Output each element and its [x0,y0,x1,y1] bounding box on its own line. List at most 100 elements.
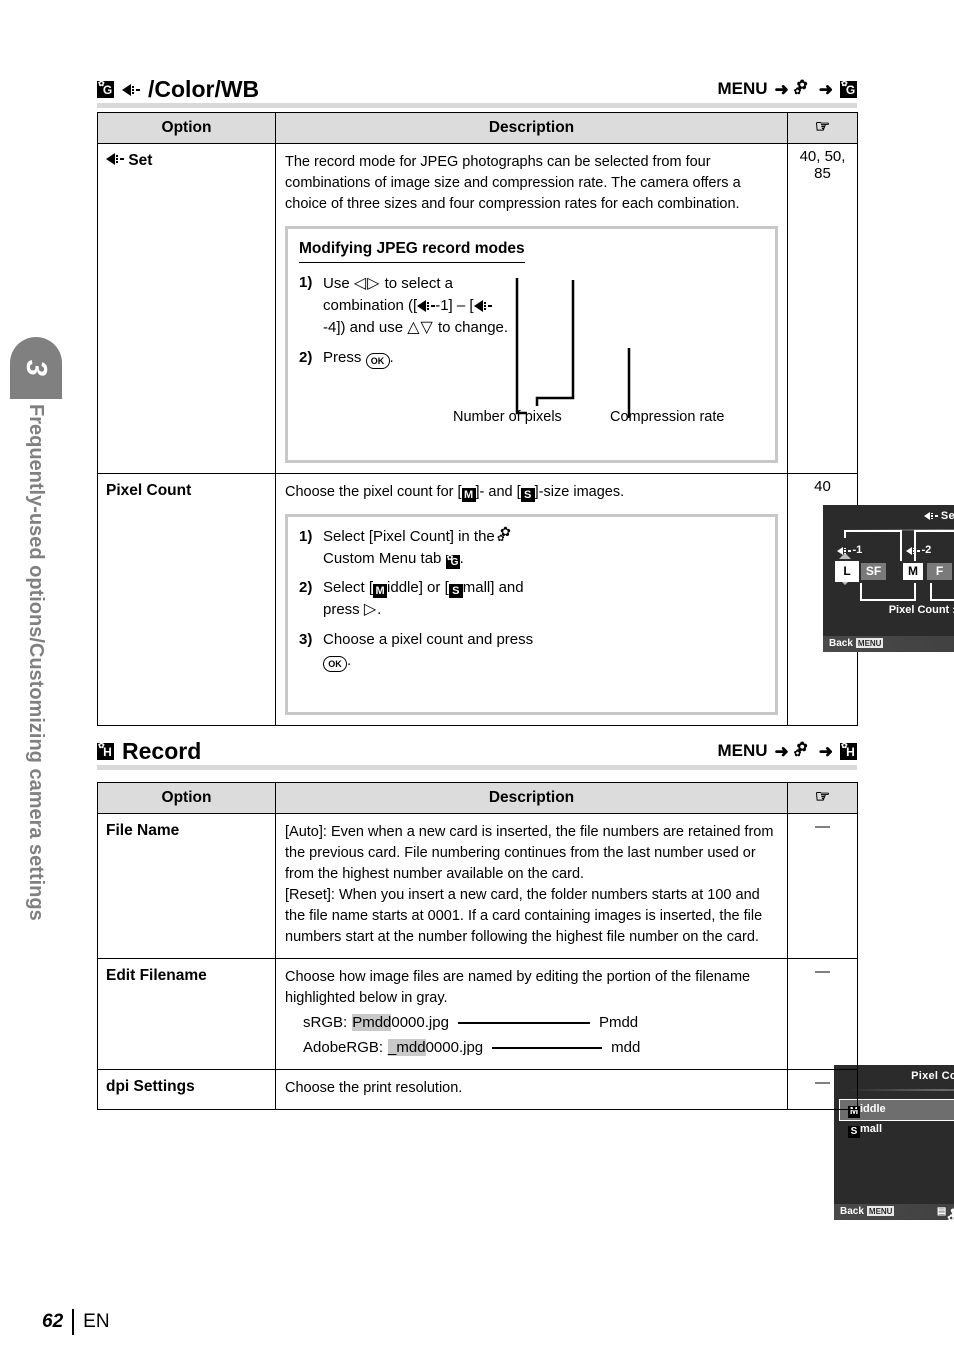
filename-diagram-row-srgb: sRGB: Pmdd0000.jpg Pmdd [303,1012,778,1034]
custom-menu-tab-h-icon: H [840,742,857,760]
table-color-wb: Option Description ☞ Set The record mode… [97,112,954,1226]
lcd-bottom-bar: BackMENU SetOK [823,636,954,653]
result-label: mdd [611,1038,641,1056]
pointing-hand-icon: ☞ [814,787,831,806]
gear-icon [794,77,812,99]
inset-modifying-jpeg-record-modes: Modifying JPEG record modes 1) Use ◁▷ to… [285,226,954,653]
table-header-row: Option Description ☞ [97,112,858,144]
section-rule [97,103,857,108]
combo-label-2: -2 [906,543,954,559]
quality-glyph-icon [106,153,124,165]
ok-button-icon: OK [323,656,347,673]
menu-label: MENU [717,79,768,98]
column-header-description: Description [275,112,788,144]
arrow-right-icon: ➜ [774,79,789,99]
option-file-name: File Name [97,812,276,960]
size-box-middle: M [461,488,476,503]
lcd-title-text: Set [940,510,954,523]
column-header-description: Description [275,782,788,814]
size-cell[interactable]: L [835,561,859,583]
card-gear-arrow-icon: ▤▶ [937,1204,954,1226]
menu-path-color-wb: MENU ➜ ➜ G [717,77,857,99]
dpad-left-right-icon: ◁▷ [353,274,381,292]
section-header-color-wb: G /Color/WB MENU ➜ ➜ G [97,76,857,108]
section-rule [97,765,857,770]
chapter-title-text: Frequently-used options/Customizing came… [25,404,47,921]
description-edit-filename: Choose how image files are named by edit… [275,958,788,1070]
section-title-text: /Color/WB [148,76,260,102]
option-edit-filename: Edit Filename [97,958,276,1070]
colorspace-label: sRGB: [303,1014,348,1032]
column-header-reference: ☞ [787,112,858,144]
lcd-back-control[interactable]: Back MENU [829,637,884,652]
combo-label-text: -2 [921,544,932,557]
inset-step: 3) Choose a pixel count and press OK. [299,629,539,673]
callout-number-of-pixels: Number of pixels [453,409,562,426]
gear-icon [497,524,515,546]
section-header-record: H Record MENU ➜ ➜ H [97,738,857,770]
inset-step: 1) Use ◁▷ to select a combination ([-1] … [299,272,509,340]
result-label: Pmdd [598,1014,639,1032]
step-number: 1) [299,528,313,546]
reference-quality-set: 40, 50, 85 [787,142,858,475]
inset-pixel-count-steps: 1) Select [Pixel Count] in the Custom Me… [285,514,954,1226]
combo-cell-group-2: M F [903,563,954,581]
menu-label: MENU [717,741,768,760]
lcd-combo-labels: -1 -2 -3 -4 [837,543,954,559]
lcd-combo-cells: L SF M F S N S [835,561,954,583]
section-title-color-wb: G /Color/WB [97,76,259,103]
item-label: Small [848,1122,882,1138]
size-box-middle: M [373,583,388,598]
menu-path-record: MENU ➜ ➜ H [717,739,857,761]
leader-line [492,1047,603,1049]
option-dpi-settings: dpi Settings [97,1068,276,1110]
step-number: 3) [299,630,313,648]
size-box-small: S [448,583,463,598]
table-header-row: Option Description ☞ [97,782,858,814]
description-text: The record mode for JPEG photographs can… [285,154,741,213]
table-row-pixel-count: Pixel Count Choose the pixel count for [… [97,473,954,1226]
dpad-up-down-icon: △▽ [407,319,434,337]
table-row-dpi-settings: dpi Settings Choose the print resolution… [97,1068,858,1110]
lcd-title-rule [848,1089,954,1091]
description-paragraph-auto: [Auto]: Even when a new card is inserted… [285,824,774,883]
table-row-quality-set: Set The record mode for JPEG photographs… [97,142,954,653]
description-quality-set: The record mode for JPEG photographs can… [275,142,954,653]
arrow-up-icon [839,553,851,560]
table-row-file-name: File Name [Auto]: Even when a new card i… [97,812,858,960]
quality-glyph-icon [122,83,140,96]
inset-step: 1) Select [Pixel Count] in the Custom Me… [299,524,539,570]
quality-glyph-icon [417,299,436,312]
column-header-option: Option [97,782,276,814]
chapter-number: 3 [20,359,53,377]
description-paragraph-reset: [Reset]: When you insert a new card, the… [285,887,763,946]
size-cell[interactable]: M [903,563,923,581]
step-text: Choose a pixel count and press OK. [323,629,539,673]
page-footer: 62 EN [42,1309,110,1335]
rate-cell[interactable]: SF [861,563,886,581]
menu-key-icon: MENU [855,638,884,649]
reference-dpi-settings: — [787,1068,858,1110]
inset-heading: Modifying JPEG record modes [299,238,525,263]
reference-file-name: — [787,812,858,960]
lcd-back-control[interactable]: Back MENU [840,1205,895,1220]
combo-cell-group-1: L SF [835,561,890,583]
quality-glyph-icon [924,512,938,521]
dpad-right-icon: ▷ [363,601,378,619]
lcd-bottom-bar: BackMENU ▤▶ SetOK [834,1204,954,1226]
lcd-title-rule [837,528,954,531]
leader-line [457,1022,590,1024]
arrow-right-icon: ➜ [818,79,833,99]
filename-sample: _mdd0000.jpg [388,1038,484,1056]
size-box-small: S [520,488,535,503]
option-label: Set [128,152,153,169]
pointing-hand-icon: ☞ [814,117,831,136]
inset-step: 2) Press OK. [299,347,509,369]
lcd-list-item-small[interactable]: Small 1280×960 [840,1120,954,1140]
page-language: EN [83,1311,110,1332]
lcd-title: Set [823,505,954,525]
rate-cell[interactable]: F [927,563,952,581]
lcd-pixel-count-line: Pixel Count : Large [823,603,954,619]
step-number: 1) [299,273,313,291]
quality-glyph-icon [906,547,920,556]
